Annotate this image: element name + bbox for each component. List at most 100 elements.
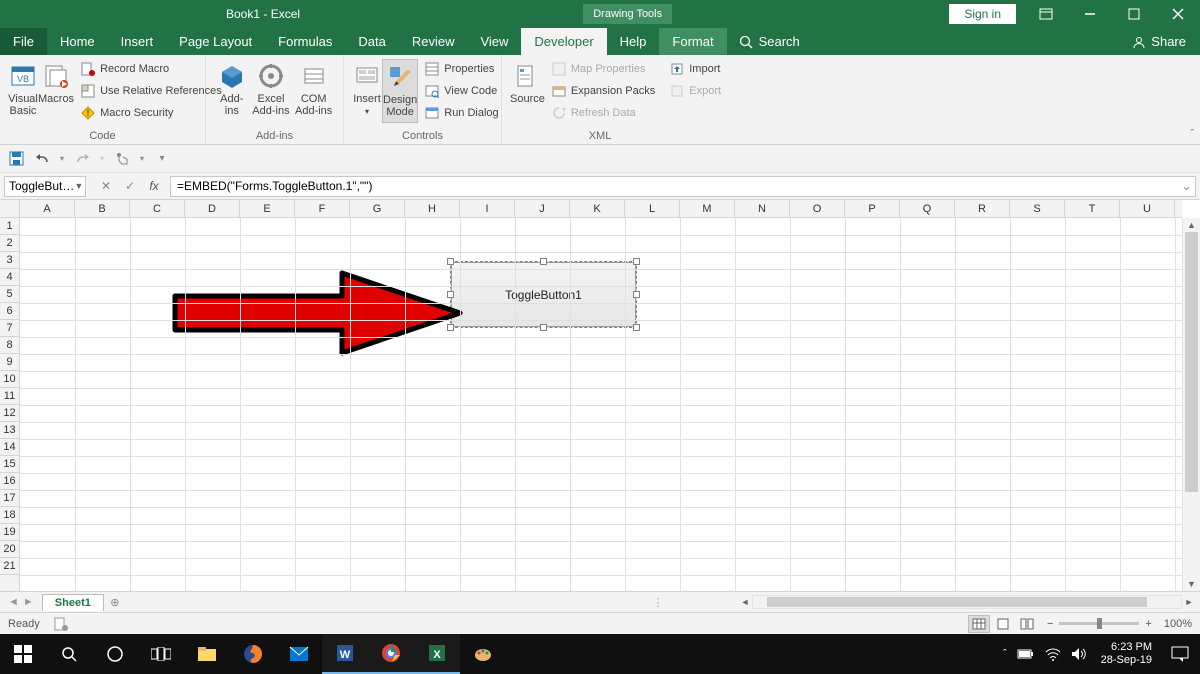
scrollbar-thumb[interactable] bbox=[767, 597, 1147, 607]
tab-view[interactable]: View bbox=[467, 28, 521, 55]
new-sheet-button[interactable]: ⊕ bbox=[104, 596, 126, 609]
run-dialog-button[interactable]: Run Dialog bbox=[420, 103, 502, 123]
chrome-icon[interactable] bbox=[368, 634, 414, 674]
embedded-object-selection[interactable]: ToggleButton1 bbox=[451, 262, 636, 327]
name-box[interactable]: ToggleBut… ▼ bbox=[4, 176, 86, 197]
row-header[interactable]: 11 bbox=[0, 388, 19, 405]
expansion-packs-button[interactable]: Expansion Packs bbox=[547, 81, 659, 101]
mail-icon[interactable] bbox=[276, 634, 322, 674]
action-center-icon[interactable] bbox=[1160, 634, 1200, 674]
row-header[interactable]: 10 bbox=[0, 371, 19, 388]
signin-button[interactable]: Sign in bbox=[949, 4, 1016, 24]
sheet-tab[interactable]: Sheet1 bbox=[42, 594, 104, 611]
view-code-button[interactable]: View Code bbox=[420, 81, 502, 101]
expand-formula-bar[interactable]: ⌄ bbox=[1178, 176, 1196, 197]
tab-formulas[interactable]: Formulas bbox=[265, 28, 345, 55]
row-header[interactable]: 12 bbox=[0, 405, 19, 422]
share-button[interactable]: Share bbox=[1118, 28, 1200, 55]
column-header[interactable]: I bbox=[460, 200, 515, 217]
column-header[interactable]: D bbox=[185, 200, 240, 217]
tab-format[interactable]: Format bbox=[659, 28, 726, 55]
excel-addins-button[interactable]: Excel Add-ins bbox=[250, 59, 293, 117]
resize-handle[interactable] bbox=[633, 258, 640, 265]
minimize-button[interactable] bbox=[1068, 0, 1112, 28]
resize-handle[interactable] bbox=[447, 258, 454, 265]
record-macro-button[interactable]: Record Macro bbox=[76, 59, 226, 79]
column-header[interactable]: U bbox=[1120, 200, 1175, 217]
column-headers[interactable]: ABCDEFGHIJKLMNOPQRSTU bbox=[20, 200, 1182, 218]
column-header[interactable]: P bbox=[845, 200, 900, 217]
row-header[interactable]: 1 bbox=[0, 218, 19, 235]
cells-area[interactable]: ToggleButton1 bbox=[20, 218, 1182, 591]
row-header[interactable]: 14 bbox=[0, 439, 19, 456]
row-header[interactable]: 4 bbox=[0, 269, 19, 286]
tab-data[interactable]: Data bbox=[345, 28, 398, 55]
maximize-button[interactable] bbox=[1112, 0, 1156, 28]
confirm-edit-button[interactable]: ✓ bbox=[118, 176, 142, 197]
taskbar-clock[interactable]: 6:23 PM 28-Sep-19 bbox=[1093, 641, 1160, 667]
tab-review[interactable]: Review bbox=[399, 28, 468, 55]
column-header[interactable]: T bbox=[1065, 200, 1120, 217]
firefox-icon[interactable] bbox=[230, 634, 276, 674]
xml-source-button[interactable]: Source bbox=[510, 59, 545, 123]
page-break-view-button[interactable] bbox=[1016, 615, 1038, 633]
wifi-icon[interactable] bbox=[1045, 647, 1061, 661]
column-header[interactable]: N bbox=[735, 200, 790, 217]
visual-basic-button[interactable]: VB Visual Basic bbox=[8, 59, 38, 123]
row-header[interactable]: 13 bbox=[0, 422, 19, 439]
word-icon[interactable]: W bbox=[322, 634, 368, 674]
column-header[interactable]: O bbox=[790, 200, 845, 217]
row-header[interactable]: 2 bbox=[0, 235, 19, 252]
row-header[interactable]: 16 bbox=[0, 473, 19, 490]
use-relative-references-button[interactable]: Use Relative References bbox=[76, 81, 226, 101]
addins-button[interactable]: Add- ins bbox=[214, 59, 250, 117]
zoom-level[interactable]: 100% bbox=[1164, 618, 1192, 630]
column-header[interactable]: H bbox=[405, 200, 460, 217]
tray-chevron-icon[interactable]: ˆ bbox=[1003, 648, 1007, 660]
map-properties-button[interactable]: Map Properties bbox=[547, 59, 659, 79]
ribbon-display-options[interactable] bbox=[1024, 0, 1068, 28]
column-header[interactable]: B bbox=[75, 200, 130, 217]
scroll-up-icon[interactable]: ▲ bbox=[1183, 218, 1200, 232]
macros-button[interactable]: Macros bbox=[38, 59, 74, 123]
insert-function-button[interactable]: fx bbox=[142, 176, 166, 197]
zoom-in-button[interactable]: + bbox=[1145, 618, 1151, 630]
tab-page-layout[interactable]: Page Layout bbox=[166, 28, 265, 55]
redo-icon[interactable] bbox=[74, 151, 90, 167]
task-view-button[interactable] bbox=[138, 634, 184, 674]
scroll-down-icon[interactable]: ▼ bbox=[1183, 577, 1200, 591]
formula-input[interactable]: =EMBED("Forms.ToggleButton.1","") bbox=[170, 176, 1178, 197]
resize-handle[interactable] bbox=[540, 324, 547, 331]
row-header[interactable]: 9 bbox=[0, 354, 19, 371]
column-header[interactable]: A bbox=[20, 200, 75, 217]
row-header[interactable]: 21 bbox=[0, 558, 19, 575]
excel-icon[interactable]: X bbox=[414, 634, 460, 674]
taskbar-search[interactable] bbox=[46, 634, 92, 674]
undo-icon[interactable] bbox=[34, 151, 50, 167]
customize-qat-icon[interactable]: ▾ bbox=[154, 151, 170, 167]
com-addins-button[interactable]: COM Add-ins bbox=[292, 59, 335, 117]
column-header[interactable]: J bbox=[515, 200, 570, 217]
normal-view-button[interactable] bbox=[968, 615, 990, 633]
worksheet-grid[interactable]: ABCDEFGHIJKLMNOPQRSTU 123456789101112131… bbox=[0, 200, 1200, 591]
save-icon[interactable] bbox=[8, 151, 24, 167]
row-header[interactable]: 6 bbox=[0, 303, 19, 320]
resize-handle[interactable] bbox=[540, 258, 547, 265]
start-button[interactable] bbox=[0, 634, 46, 674]
horizontal-scrollbar[interactable]: ◄ ► bbox=[669, 595, 1200, 609]
row-headers[interactable]: 123456789101112131415161718192021 bbox=[0, 218, 20, 591]
tab-insert[interactable]: Insert bbox=[108, 28, 167, 55]
resize-handle[interactable] bbox=[633, 324, 640, 331]
sheet-nav[interactable]: ◄► bbox=[0, 596, 42, 608]
tab-home[interactable]: Home bbox=[47, 28, 108, 55]
properties-button[interactable]: Properties bbox=[420, 59, 502, 79]
column-header[interactable]: F bbox=[295, 200, 350, 217]
insert-control-button[interactable]: Insert▾ bbox=[352, 59, 382, 123]
tab-help[interactable]: Help bbox=[607, 28, 660, 55]
row-header[interactable]: 18 bbox=[0, 507, 19, 524]
column-header[interactable]: S bbox=[1010, 200, 1065, 217]
resize-handle[interactable] bbox=[633, 291, 640, 298]
xml-import-button[interactable]: Import bbox=[665, 59, 725, 79]
zoom-slider[interactable] bbox=[1059, 622, 1139, 625]
paint-icon[interactable] bbox=[460, 634, 506, 674]
